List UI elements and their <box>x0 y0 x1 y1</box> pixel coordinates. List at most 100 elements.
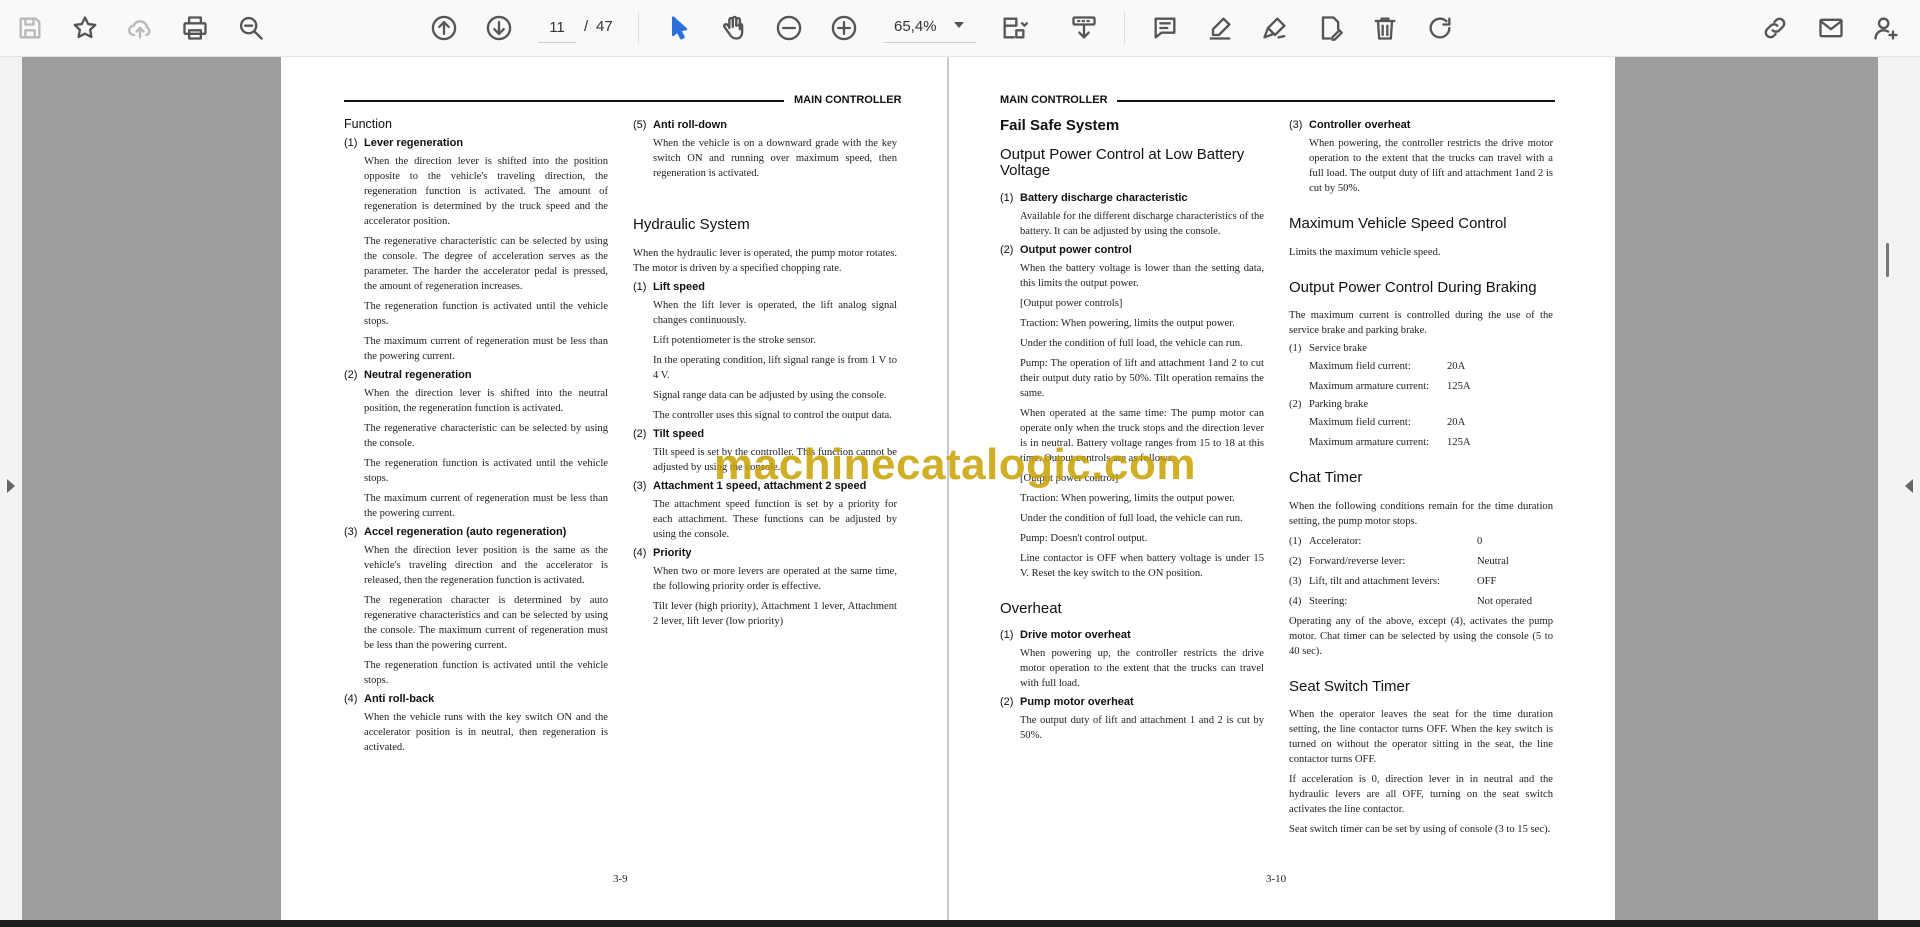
delete-icon[interactable] <box>1367 10 1403 46</box>
paragraph: When the lift lever is operated, the lif… <box>653 299 897 326</box>
sign-icon[interactable] <box>1257 10 1293 46</box>
toolbar: / 47 65,4% <box>0 0 1920 57</box>
list-item-heading: (2) Tilt speed <box>633 427 705 440</box>
list-item-heading: (1) Drive motor overheat <box>1000 629 1131 641</box>
paragraph: The regenerative characteristic can be s… <box>364 236 608 292</box>
section-title: Fail Safe System <box>1000 117 1120 134</box>
select-pointer-icon[interactable] <box>661 10 697 46</box>
paragraph: Under the condition of full load, the ve… <box>1020 337 1243 349</box>
list-item-heading: (1) Lift speed <box>633 280 705 293</box>
paragraph: When the battery voltage is lower than t… <box>1020 262 1264 289</box>
condition-row: (3) Lift, tilt and attachment levers: OFF <box>1289 575 1497 587</box>
print-icon[interactable] <box>177 10 213 46</box>
condition-row: (4) Steering: Not operated <box>1289 595 1533 607</box>
rotate-icon[interactable] <box>1422 10 1458 46</box>
fit-page-icon[interactable] <box>996 10 1032 46</box>
document-viewer[interactable]: MAIN CONTROLLER Function (1) Lever regene… <box>0 57 1920 920</box>
page-number-label: 3-10 <box>1266 873 1287 885</box>
paragraph: Tilt lever (high priority), Attachment 1… <box>653 600 897 627</box>
right-panel-strip <box>1878 57 1920 920</box>
paragraph: Pump: Doesn't control output. <box>1020 532 1148 544</box>
page-number-label: 3-9 <box>613 873 628 885</box>
header-rule <box>1117 100 1555 102</box>
page-number-input[interactable] <box>538 12 576 43</box>
paragraph: Under the condition of full load, the ve… <box>1020 512 1243 524</box>
list-item-heading: (3) Accel regeneration (auto regeneration… <box>344 526 567 538</box>
left-page-column-2: (5) Anti roll-down When the vehicle is on… <box>633 119 897 634</box>
paragraph: When the direction lever position is the… <box>364 545 608 586</box>
paragraph: When powering up, the controller restric… <box>1020 648 1264 689</box>
paragraph: Limits the maximum vehicle speed. <box>1289 246 1441 258</box>
list-item-heading: (1) Lever regeneration <box>344 137 464 149</box>
total-pages: 47 <box>596 18 613 35</box>
section-title: Overheat <box>1000 599 1062 617</box>
page-separator: / <box>584 18 589 35</box>
section-title: Seat Switch Timer <box>1289 677 1410 695</box>
spec-row: Maximum field current: 20A <box>1309 361 1466 372</box>
section-title: Hydraulic System <box>633 216 750 233</box>
paragraph: When the operator leaves the seat for th… <box>1289 709 1553 765</box>
header-rule <box>344 100 784 102</box>
paragraph: When the following conditions remain for… <box>1289 500 1553 527</box>
paragraph: Operating any of the above, except (4), … <box>1289 615 1553 657</box>
vertical-scrollbar-thumb[interactable] <box>1886 243 1889 277</box>
paragraph: When the direction lever is shifted into… <box>364 156 608 227</box>
condition-row: (2) Forward/reverse lever: Neutral <box>1289 555 1509 567</box>
paragraph: Pump: The operation of lift and attachme… <box>1020 357 1264 399</box>
paragraph: The controller uses this signal to contr… <box>653 409 892 421</box>
edit-pdf-icon[interactable] <box>1312 10 1348 46</box>
paragraph: Line contactor is OFF when battery volta… <box>1020 552 1264 579</box>
paragraph: The regeneration character is determined… <box>364 595 608 651</box>
zoom-dropdown[interactable]: 65,4% <box>884 12 976 43</box>
page-header: MAIN CONTROLLER <box>1000 94 1108 106</box>
list-item-heading: (2) Neutral regeneration <box>344 369 472 381</box>
list-item-heading: (2) Output power control <box>1000 243 1132 256</box>
paragraph: When the vehicle is on a downward grade … <box>653 138 897 179</box>
right-page-column-1: Fail Safe System Output Power Control at… <box>1000 117 1264 748</box>
page-header: MAIN CONTROLLER <box>794 94 902 106</box>
list-item-heading: (1) Service brake <box>1289 343 1367 354</box>
save-icon[interactable] <box>12 10 48 46</box>
list-item-heading: (2) Pump motor overheat <box>1000 696 1134 708</box>
list-item-heading: (1) Battery discharge characteristic <box>1000 191 1188 204</box>
upload-cloud-icon[interactable] <box>122 10 158 46</box>
paragraph: The maximum current is controlled during… <box>1289 310 1553 336</box>
paragraph: [Output power controls] <box>1020 297 1123 309</box>
expand-left-panel-icon[interactable] <box>7 479 15 493</box>
zoom-out-icon[interactable] <box>771 10 807 46</box>
share-link-icon[interactable] <box>1757 10 1793 46</box>
comment-icon[interactable] <box>1147 10 1183 46</box>
page-down-icon[interactable] <box>481 10 517 46</box>
paragraph: Tilt speed is set by the controller. Thi… <box>653 446 897 473</box>
document-page-right: MAIN CONTROLLER Fail Safe System Output … <box>949 57 1615 920</box>
chevron-down-icon[interactable] <box>954 22 964 28</box>
add-user-icon[interactable] <box>1868 10 1904 46</box>
zoom-in-icon[interactable] <box>826 10 862 46</box>
bottom-bar <box>0 920 1920 927</box>
bookmark-star-icon[interactable] <box>67 10 103 46</box>
expand-right-panel-icon[interactable] <box>1905 479 1913 493</box>
paragraph: The maximum current of regeneration must… <box>364 336 608 362</box>
list-item-heading: (4) Anti roll-back <box>344 693 435 705</box>
paragraph: The output duty of lift and attachment 1… <box>1020 715 1264 741</box>
spec-row: Maximum armature current: 125A <box>1309 437 1471 448</box>
section-title: Chat Timer <box>1289 469 1363 486</box>
paragraph: Traction: When powering, limits the outp… <box>1020 492 1235 504</box>
paragraph: When operated at the same time: The pump… <box>1020 407 1264 464</box>
paragraph: When two or more levers are operated at … <box>653 565 897 592</box>
paragraph: Traction: When powering, limits the outp… <box>1020 317 1235 329</box>
hand-pan-icon[interactable] <box>716 10 752 46</box>
document-page-left: MAIN CONTROLLER Function (1) Lever regene… <box>281 57 947 920</box>
condition-row: (1) Accelerator: 0 <box>1289 535 1483 547</box>
section-title: Maximum Vehicle Speed Control <box>1289 215 1507 232</box>
tools-icon[interactable] <box>1066 10 1102 46</box>
list-item-heading: (3) Attachment 1 speed, attachment 2 spee… <box>633 479 867 492</box>
paragraph: The regeneration function is activated u… <box>364 301 608 327</box>
paragraph: The regeneration function is activated u… <box>364 458 608 484</box>
highlight-pen-icon[interactable] <box>1202 10 1238 46</box>
page-up-icon[interactable] <box>426 10 462 46</box>
email-icon[interactable] <box>1813 10 1849 46</box>
zoom-search-icon[interactable] <box>233 10 269 46</box>
spec-row: Maximum field current: 20A <box>1309 417 1466 428</box>
zoom-value: 65,4% <box>894 18 937 35</box>
